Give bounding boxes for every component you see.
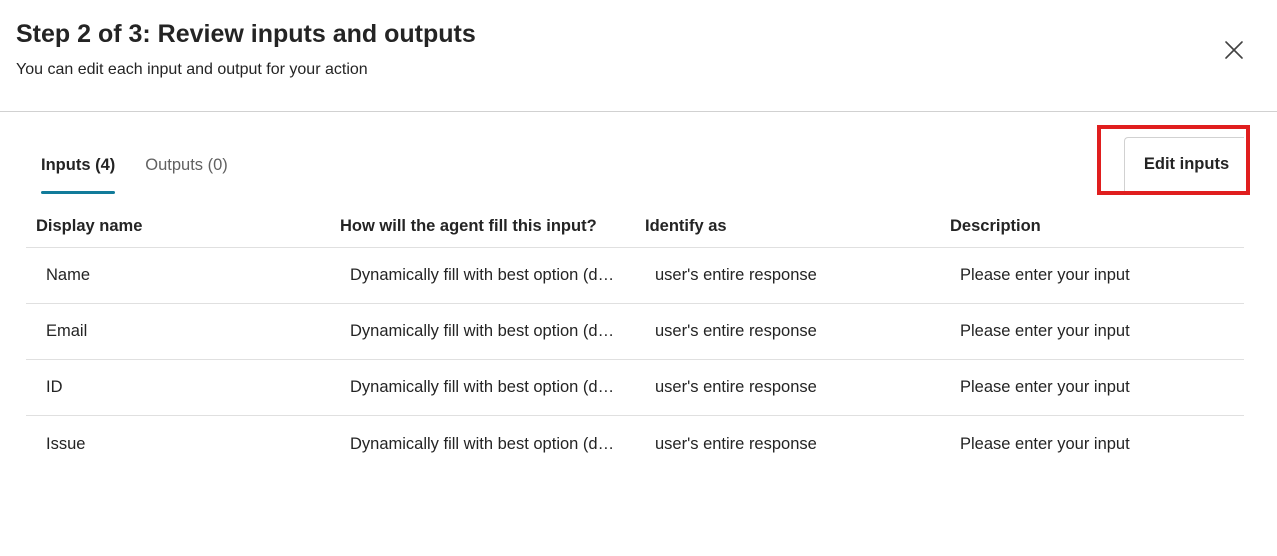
inputs-table: Display name How will the agent fill thi… [26, 206, 1244, 472]
tab-list: Inputs (4) Outputs (0) [26, 148, 243, 194]
edit-inputs-button[interactable]: Edit inputs [1124, 137, 1244, 191]
dialog-title: Step 2 of 3: Review inputs and outputs [16, 20, 476, 48]
cell-identify-as: user's entire response [655, 266, 817, 284]
tab-inputs[interactable]: Inputs (4) [26, 148, 130, 194]
review-inputs-dialog: Step 2 of 3: Review inputs and outputs Y… [0, 0, 1277, 556]
table-row[interactable]: ID Dynamically fill with best option (de… [26, 360, 1244, 416]
close-button[interactable] [1220, 36, 1248, 64]
cell-identify-as: user's entire response [655, 378, 817, 396]
table-row[interactable]: Email Dynamically fill with best option … [26, 304, 1244, 360]
cell-description: Please enter your input [960, 434, 1130, 453]
cell-description: Please enter your input [960, 378, 1130, 396]
column-header-description: Description [950, 217, 1041, 235]
cell-fill-method: Dynamically fill with best option (defau… [350, 434, 635, 453]
cell-display-name: Email [46, 322, 88, 340]
cell-fill-method: Dynamically fill with best option (defau… [350, 322, 635, 340]
tab-outputs[interactable]: Outputs (0) [130, 148, 243, 194]
table-row[interactable]: Name Dynamically fill with best option (… [26, 248, 1244, 304]
cell-description: Please enter your input [960, 266, 1130, 284]
dialog-subtitle: You can edit each input and output for y… [16, 61, 368, 78]
table-row[interactable]: Issue Dynamically fill with best option … [26, 416, 1244, 472]
column-header-display-name: Display name [36, 217, 143, 235]
cell-identify-as: user's entire response [655, 322, 817, 340]
dialog-header: Step 2 of 3: Review inputs and outputs Y… [0, 0, 1277, 112]
column-header-identify-as: Identify as [645, 217, 727, 235]
table-header: Display name How will the agent fill thi… [26, 206, 1244, 248]
cell-fill-method: Dynamically fill with best option (defau… [350, 378, 635, 396]
column-header-fill-method: How will the agent fill this input? [340, 217, 597, 235]
close-icon [1225, 41, 1243, 59]
cell-display-name: Name [46, 266, 91, 284]
cell-description: Please enter your input [960, 322, 1130, 340]
cell-identify-as: user's entire response [655, 434, 817, 453]
cell-display-name: Issue [46, 434, 86, 453]
cell-fill-method: Dynamically fill with best option (defau… [350, 266, 635, 284]
cell-display-name: ID [46, 378, 63, 396]
